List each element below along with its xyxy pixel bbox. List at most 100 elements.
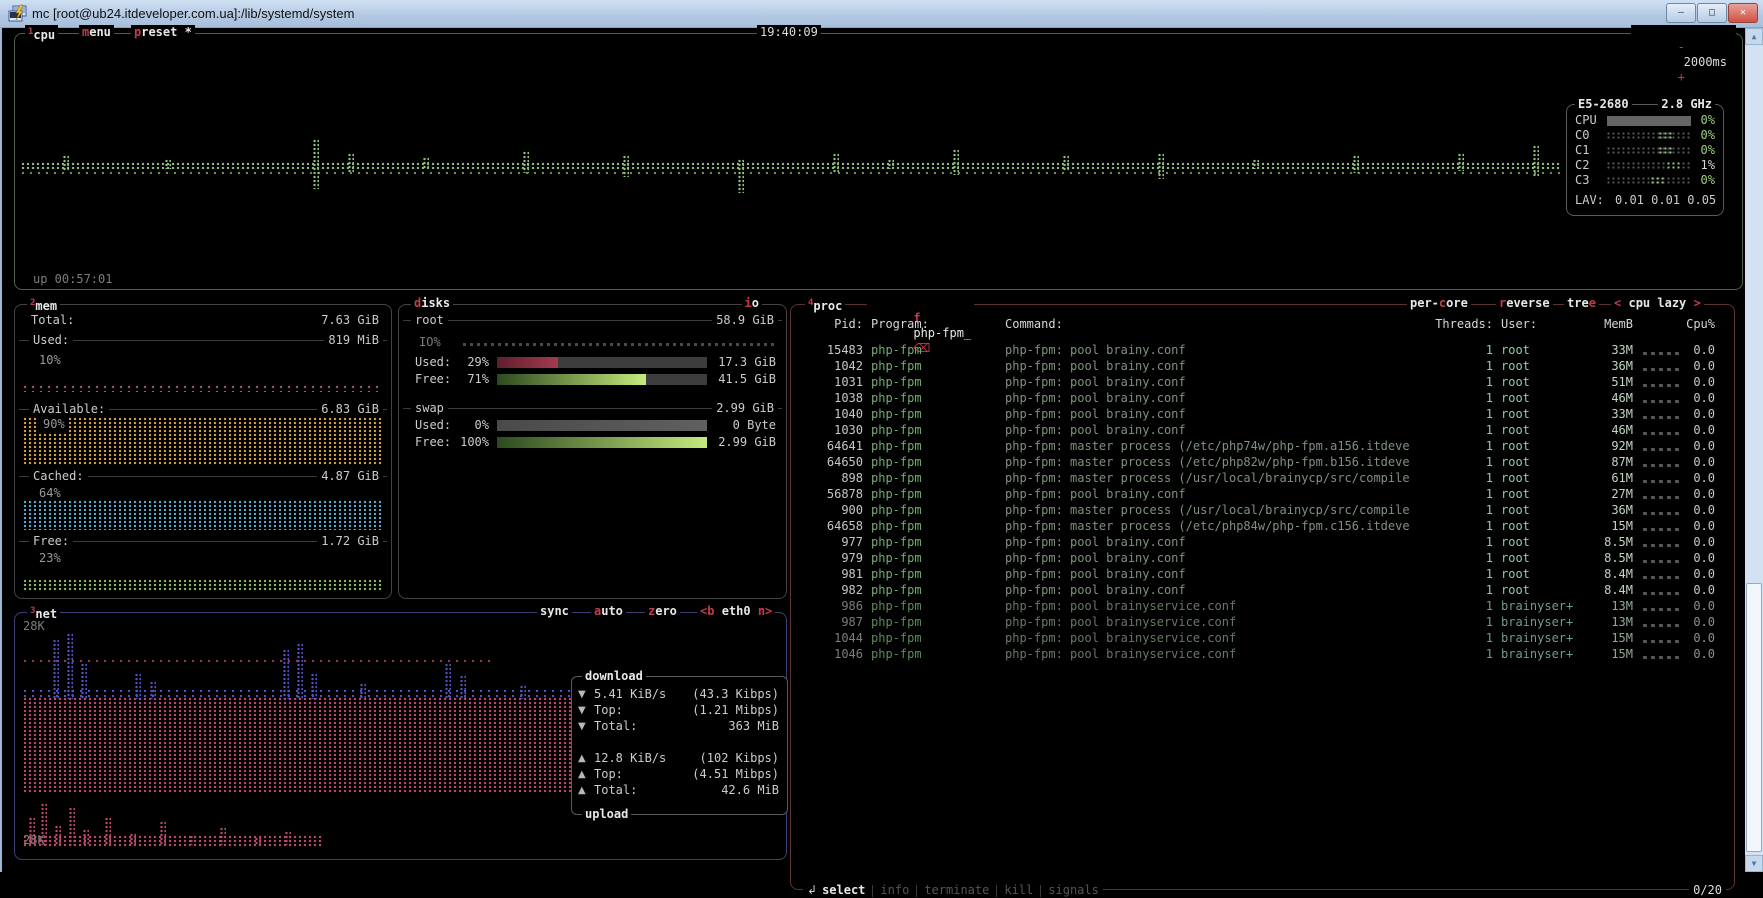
scroll-up-button[interactable]: ▲ [1745,28,1763,45]
scroll-down-button[interactable]: ▼ [1745,855,1763,872]
process-cpu: 0.0 [1667,455,1715,470]
process-row[interactable]: 1044php-fpmphp-fpm: pool brainyservice.c… [791,631,1734,647]
process-row[interactable]: 1031php-fpmphp-fpm: pool brainy.conf1roo… [791,375,1734,391]
process-row[interactable]: 900php-fpmphp-fpm: master process (/usr/… [791,503,1734,519]
disks-panel-title: disks [411,296,453,311]
process-program: php-fpm [871,631,1001,646]
process-row[interactable]: 1030php-fpmphp-fpm: pool brainy.conf1roo… [791,423,1734,439]
process-program: php-fpm [871,615,1001,630]
io-toggle-button[interactable]: io [742,296,762,311]
maximize-button[interactable]: □ [1697,3,1727,23]
process-command: php-fpm: pool brainy.conf [1005,567,1409,582]
process-program: php-fpm [871,343,1001,358]
graph-spike [623,155,629,177]
graph-spike [953,149,959,175]
graph-spike [160,821,166,845]
process-row[interactable]: 64650php-fpmphp-fpm: master process (/et… [791,455,1734,471]
process-threads: 1 [1421,551,1493,566]
upload-arrow-icon: ▲ [578,767,586,782]
process-row[interactable]: 1042php-fpmphp-fpm: pool brainy.conf1roo… [791,359,1734,375]
cpu-c1-row: C10% [1567,143,1723,158]
process-row[interactable]: 986php-fpmphp-fpm: pool brainyservice.co… [791,599,1734,615]
process-threads: 1 [1421,631,1493,646]
graph-spike [53,639,59,699]
terminate-button[interactable]: terminate [924,883,989,898]
disk-root-io-label: IO% [419,335,441,350]
process-row[interactable]: 987php-fpmphp-fpm: pool brainyservice.co… [791,615,1734,631]
process-pid: 1040 [799,407,863,422]
mem-available-graph [23,417,383,465]
process-cpu: 0.0 [1667,359,1715,374]
process-pid: 1042 [799,359,863,374]
kill-button[interactable]: kill [1004,883,1033,898]
memory-panel-title[interactable]: 2mem [27,296,60,314]
process-command: php-fpm: pool brainyservice.conf [1005,647,1409,662]
process-pid: 979 [799,551,863,566]
graph-spike [55,825,61,845]
disk-swap-row: swap2.99 GiB [403,401,782,415]
process-mem: 51M [1579,375,1633,390]
process-command: php-fpm: pool brainy.conf [1005,391,1409,406]
scrollbar[interactable]: ▲ ▼ [1745,28,1763,872]
graph-spike [1458,153,1464,171]
process-program: php-fpm [871,407,1001,422]
process-row[interactable]: 977php-fpmphp-fpm: pool brainy.conf1root… [791,535,1734,551]
close-button[interactable]: ✕ [1728,3,1758,23]
disk-swap-free-meter [497,437,707,448]
process-command: php-fpm: pool brainy.conf [1005,535,1409,550]
process-program: php-fpm [871,359,1001,374]
process-cpu: 0.0 [1667,647,1715,662]
disk-root-row: root58.9 GiB [403,313,782,327]
graph-spike [460,675,466,699]
process-program: php-fpm [871,423,1001,438]
graph-spike [63,155,69,171]
select-button[interactable]: select [822,883,865,898]
process-row[interactable]: 981php-fpmphp-fpm: pool brainy.conf1root… [791,567,1734,583]
process-mem: 8.5M [1579,551,1633,566]
upload-title: upload [582,807,631,822]
mem-cached-row: Cached:4.87 GiB [19,469,387,483]
process-threads: 1 [1421,455,1493,470]
minimize-button[interactable]: — [1666,3,1696,23]
signals-button[interactable]: signals [1048,883,1099,898]
process-row[interactable]: 15483php-fpmphp-fpm: pool brainy.conf1ro… [791,343,1734,359]
process-pid: 1046 [799,647,863,662]
process-cpu: 0.0 [1667,375,1715,390]
process-row[interactable]: 979php-fpmphp-fpm: pool brainy.conf1root… [791,551,1734,567]
mem-total-value: 7.63 GiB [321,313,379,328]
process-cpu: 0.0 [1667,423,1715,438]
process-row[interactable]: 1046php-fpmphp-fpm: pool brainyservice.c… [791,647,1734,663]
uptime: up 00:57:01 [33,272,112,287]
process-command: php-fpm: pool brainy.conf [1005,359,1409,374]
process-threads: 1 [1421,519,1493,534]
process-pid: 1031 [799,375,863,390]
process-pid: 987 [799,615,863,630]
process-row[interactable]: 56878php-fpmphp-fpm: pool brainy.conf1ro… [791,487,1734,503]
putty-app-icon [8,4,28,24]
scrollbar-thumb[interactable] [1746,583,1762,852]
process-row[interactable]: 64658php-fpmphp-fpm: master process (/et… [791,519,1734,535]
upload-arrow-icon: ▲ [578,783,586,798]
disk-swap-used-value: 0 Byte [733,418,776,433]
disks-panel: disks io root58.9 GiB IO% Used: 29% 17.3… [398,304,787,599]
process-row[interactable]: 898php-fpmphp-fpm: master process (/usr/… [791,471,1734,487]
info-button[interactable]: info [880,883,909,898]
graph-spike [360,683,366,699]
graph-spike [445,663,451,699]
process-program: php-fpm [871,551,1001,566]
process-row[interactable]: 1040php-fpmphp-fpm: pool brainy.conf1roo… [791,407,1734,423]
process-row[interactable]: 1038php-fpmphp-fpm: pool brainy.conf1roo… [791,391,1734,407]
graph-spike [150,681,156,699]
process-mem: 87M [1579,455,1633,470]
graph-spike [165,159,171,169]
disk-swap-used-percent: 0% [455,418,489,433]
disk-root-free-percent: 71% [455,372,489,387]
graph-spike [523,151,529,173]
net-scale-top: 28K [23,619,45,634]
process-threads: 1 [1421,391,1493,406]
process-row[interactable]: 982php-fpmphp-fpm: pool brainy.conf1root… [791,583,1734,599]
process-pid: 900 [799,503,863,518]
window-titlebar[interactable]: mc [root@ub24.itdeveloper.com.ua]:/lib/s… [0,0,1763,28]
process-row[interactable]: 64641php-fpmphp-fpm: master process (/et… [791,439,1734,455]
graph-spike [348,153,354,173]
